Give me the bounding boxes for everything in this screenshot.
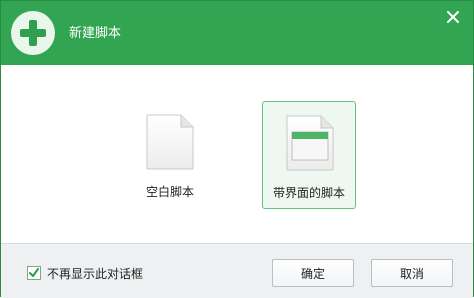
checkmark-icon xyxy=(29,268,39,277)
option-label: 空白脚本 xyxy=(145,185,194,199)
ui-document-icon xyxy=(286,115,334,171)
options-area: 空白脚本 带界面的脚本 xyxy=(1,65,473,243)
footer-bar: 不再显示此对话框 确定 取消 xyxy=(1,243,473,298)
checkbox-box[interactable] xyxy=(27,266,41,280)
title-bar: 新建脚本 xyxy=(1,1,473,65)
checkbox-label: 不再显示此对话框 xyxy=(47,266,144,281)
dont-show-again-checkbox[interactable]: 不再显示此对话框 xyxy=(27,265,143,281)
ui-script-option[interactable]: 带界面的脚本 xyxy=(262,101,356,209)
option-label: 带界面的脚本 xyxy=(272,186,345,200)
plus-icon xyxy=(11,11,55,55)
dialog-title: 新建脚本 xyxy=(69,26,122,41)
blank-document-icon xyxy=(146,114,194,170)
cancel-button[interactable]: 取消 xyxy=(371,259,453,287)
close-icon[interactable] xyxy=(445,9,461,25)
ok-button[interactable]: 确定 xyxy=(272,259,354,287)
blank-script-option[interactable]: 空白脚本 xyxy=(123,101,217,209)
new-script-dialog: 新建脚本 空白脚本 带界面的脚本 不再显示此对话框 确定 取消 xyxy=(0,0,474,298)
